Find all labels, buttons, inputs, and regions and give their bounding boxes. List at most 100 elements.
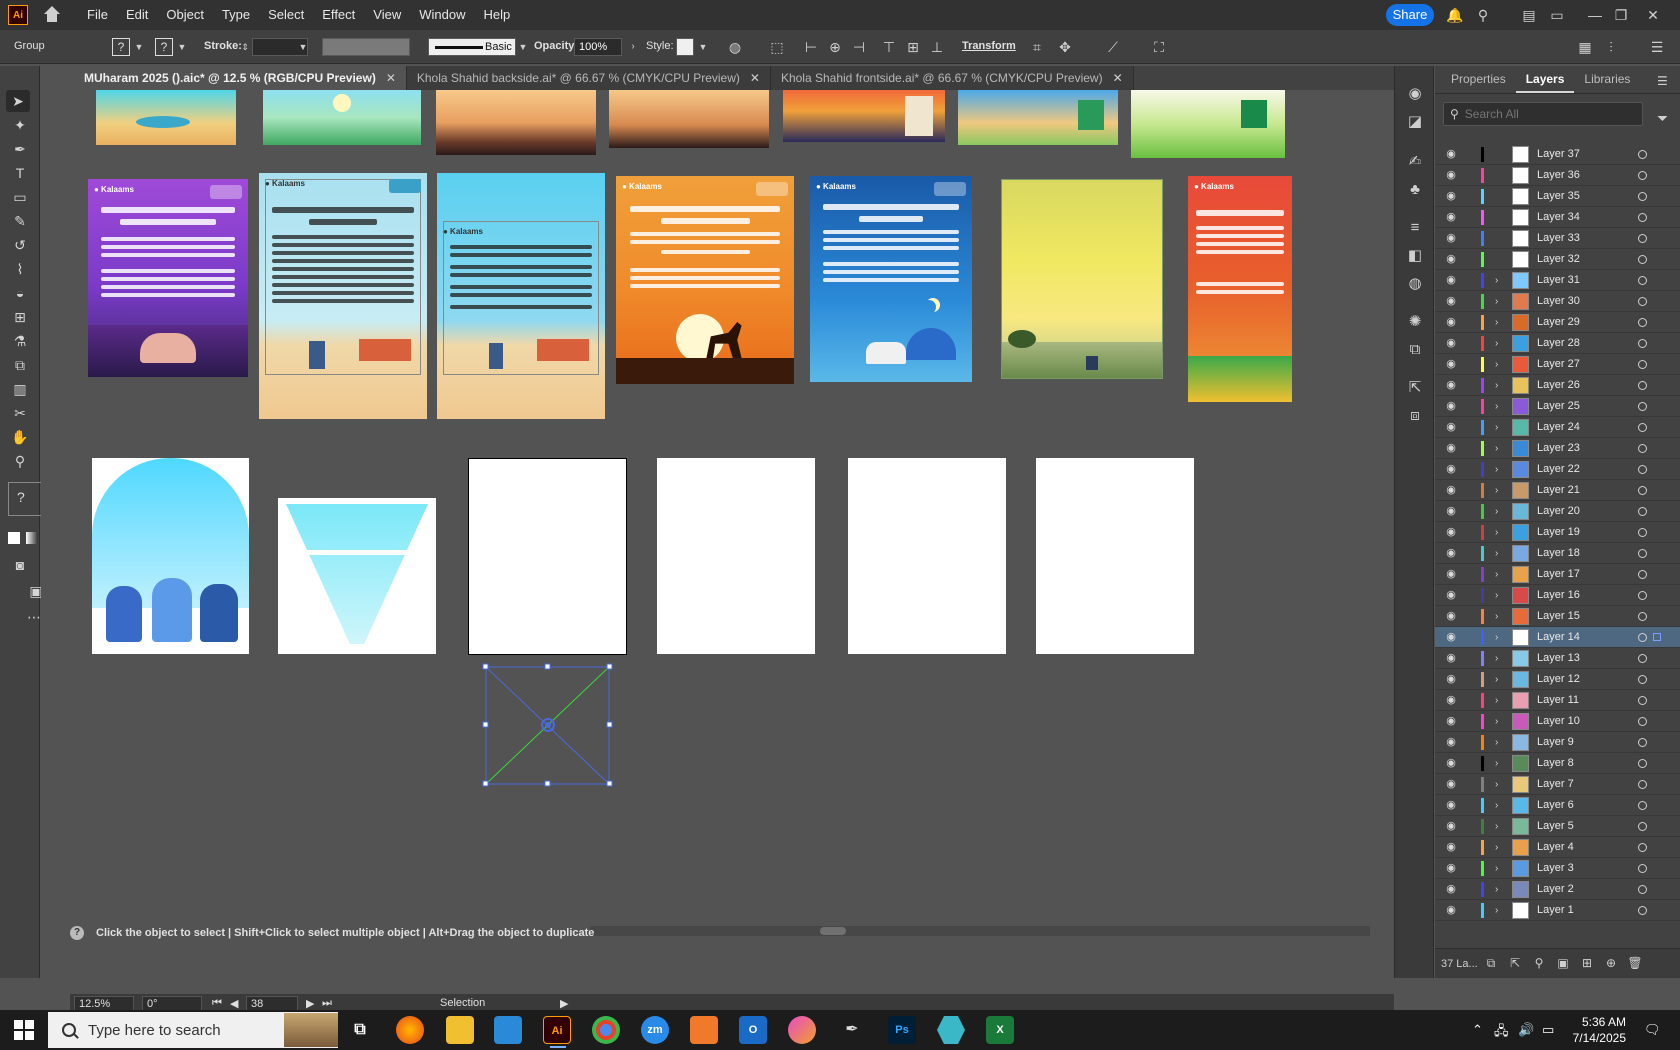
- visibility-eye-icon[interactable]: ◉: [1444, 317, 1458, 328]
- chevron-right-icon[interactable]: ›: [1495, 674, 1498, 685]
- arrange-documents-icon[interactable]: ▭: [1548, 6, 1566, 24]
- brushes-icon[interactable]: ✍: [1405, 152, 1425, 172]
- visibility-eye-icon[interactable]: ◉: [1444, 548, 1458, 559]
- layer-name[interactable]: Layer 24: [1537, 421, 1580, 433]
- visibility-eye-icon[interactable]: ◉: [1444, 485, 1458, 496]
- export-icon[interactable]: ⇱: [1405, 378, 1425, 398]
- layer-target-icon[interactable]: [1638, 150, 1647, 159]
- visibility-eye-icon[interactable]: ◉: [1444, 443, 1458, 454]
- layer-target-icon[interactable]: [1638, 171, 1647, 180]
- color-icon[interactable]: ✺: [1405, 312, 1425, 332]
- layer-target-icon[interactable]: [1638, 255, 1647, 264]
- fill-swatch[interactable]: ?: [112, 38, 130, 56]
- artboard-oasis[interactable]: [96, 90, 236, 145]
- visibility-eye-icon[interactable]: ◉: [1444, 422, 1458, 433]
- visibility-eye-icon[interactable]: ◉: [1444, 275, 1458, 286]
- poster-desert-market-1[interactable]: ● Kalaams: [259, 173, 427, 419]
- illustrator-taskbar-icon[interactable]: Ai: [543, 1016, 571, 1048]
- visibility-eye-icon[interactable]: ◉: [1444, 716, 1458, 727]
- layer-target-icon[interactable]: [1638, 759, 1647, 768]
- layer-row[interactable]: ◉ › Layer 11: [1435, 690, 1680, 711]
- layer-target-icon[interactable]: [1638, 192, 1647, 201]
- visibility-eye-icon[interactable]: ◉: [1444, 359, 1458, 370]
- chevron-right-icon[interactable]: ›: [1495, 548, 1498, 559]
- chevron-right-icon[interactable]: ›: [1495, 464, 1498, 475]
- layer-name[interactable]: Layer 13: [1537, 652, 1580, 664]
- layer-name[interactable]: Layer 20: [1537, 505, 1580, 517]
- layers-search-input[interactable]: [1464, 107, 1635, 121]
- layer-name[interactable]: Layer 32: [1537, 253, 1580, 265]
- artboard-desert-mosque[interactable]: [436, 90, 596, 155]
- links-icon[interactable]: ⧈: [1405, 406, 1425, 426]
- poster-red-partial[interactable]: ● Kalaams: [1188, 176, 1292, 402]
- layer-name[interactable]: Layer 4: [1537, 841, 1574, 853]
- hexagon-app-icon[interactable]: [937, 1016, 965, 1044]
- visibility-eye-icon[interactable]: ◉: [1444, 296, 1458, 307]
- last-artboard-icon[interactable]: ⏭: [322, 997, 332, 1010]
- poster-desert-market-2[interactable]: ● Kalaams: [437, 173, 605, 419]
- rectangle-tool-icon[interactable]: ▭: [8, 186, 32, 208]
- layer-row[interactable]: ◉ › Layer 14: [1435, 627, 1680, 648]
- align-center-icon[interactable]: ⊕: [826, 38, 844, 56]
- panel-menu-icon[interactable]: ☰: [1648, 38, 1666, 56]
- layer-name[interactable]: Layer 15: [1537, 610, 1580, 622]
- chevron-right-icon[interactable]: ›: [1495, 884, 1498, 895]
- poster-yellow-landscape[interactable]: [1001, 179, 1163, 379]
- layer-row[interactable]: ◉ › Layer 6: [1435, 795, 1680, 816]
- artboard-arch-kids[interactable]: [92, 458, 249, 654]
- stroke-icon[interactable]: ≡: [1405, 218, 1425, 238]
- filter-icon[interactable]: ⏷: [1657, 110, 1668, 127]
- visibility-eye-icon[interactable]: ◉: [1444, 884, 1458, 895]
- opacity-field[interactable]: 100%: [574, 38, 622, 56]
- layer-row[interactable]: ◉ › Layer 1: [1435, 900, 1680, 921]
- taskbar-search[interactable]: Type here to search: [48, 1012, 338, 1048]
- layer-row[interactable]: ◉ › Layer 18: [1435, 543, 1680, 564]
- align-left-icon[interactable]: ⊢: [802, 38, 820, 56]
- layer-row[interactable]: ◉ › Layer 13: [1435, 648, 1680, 669]
- visibility-eye-icon[interactable]: ◉: [1444, 464, 1458, 475]
- visibility-eye-icon[interactable]: ◉: [1444, 191, 1458, 202]
- export-icon[interactable]: ⇱: [1507, 956, 1523, 972]
- layer-target-icon[interactable]: [1638, 801, 1647, 810]
- panel-layout-icon[interactable]: ⫶: [1602, 38, 1620, 56]
- menu-window[interactable]: Window: [410, 0, 474, 30]
- zoom-tool-icon[interactable]: ⚲: [8, 450, 32, 472]
- show-hidden-icons[interactable]: ⌃: [1472, 1022, 1483, 1038]
- layer-name[interactable]: Layer 19: [1537, 526, 1580, 538]
- layer-target-icon[interactable]: [1638, 507, 1647, 516]
- menu-object[interactable]: Object: [157, 0, 213, 30]
- poster-horse-rider[interactable]: ● Kalaams: [616, 176, 794, 384]
- layer-target-icon[interactable]: [1638, 360, 1647, 369]
- bell-icon[interactable]: 🔔: [1446, 6, 1464, 24]
- layer-row[interactable]: ◉ Layer 34: [1435, 207, 1680, 228]
- blend-tool-icon[interactable]: ⧉: [8, 354, 32, 376]
- align-middle-icon[interactable]: ⊞: [904, 38, 922, 56]
- network-icon[interactable]: 🖧: [1494, 1022, 1509, 1044]
- tab-khola-backside[interactable]: Khola Shahid backside.ai* @ 66.67 % (CMY…: [406, 66, 771, 90]
- chevron-right-icon[interactable]: ›: [1495, 842, 1498, 853]
- layer-name[interactable]: Layer 25: [1537, 400, 1580, 412]
- tab-layers[interactable]: Layers: [1515, 65, 1575, 93]
- visibility-eye-icon[interactable]: ◉: [1444, 401, 1458, 412]
- swatches-icon[interactable]: ◍: [1405, 274, 1425, 294]
- xampp-icon[interactable]: [690, 1016, 718, 1044]
- poster-blue-mosque[interactable]: ● Kalaams: [810, 176, 972, 382]
- chevron-right-icon[interactable]: ›: [1495, 611, 1498, 622]
- quick-actions-icon[interactable]: ⛶: [1150, 38, 1168, 56]
- rotate-tool-icon[interactable]: ↺: [8, 234, 32, 256]
- visibility-eye-icon[interactable]: ◉: [1444, 212, 1458, 223]
- pencil-tool-icon[interactable]: ✎: [8, 210, 32, 232]
- layer-target-icon[interactable]: [1638, 906, 1647, 915]
- artboard-blank-active[interactable]: [468, 458, 627, 655]
- status-menu-icon[interactable]: ▶: [560, 997, 568, 1010]
- layer-row[interactable]: ◉ › Layer 12: [1435, 669, 1680, 690]
- chrome-icon[interactable]: [592, 1016, 620, 1044]
- warp-tool-icon[interactable]: ⌇: [8, 258, 32, 280]
- workspace-icon[interactable]: ▤: [1520, 6, 1538, 24]
- layer-name[interactable]: Layer 37: [1537, 148, 1580, 160]
- menu-edit[interactable]: Edit: [117, 0, 157, 30]
- artboard-blank[interactable]: [1036, 458, 1194, 654]
- layer-target-icon[interactable]: [1638, 234, 1647, 243]
- visibility-eye-icon[interactable]: ◉: [1444, 653, 1458, 664]
- tab-libraries[interactable]: Libraries: [1574, 65, 1640, 93]
